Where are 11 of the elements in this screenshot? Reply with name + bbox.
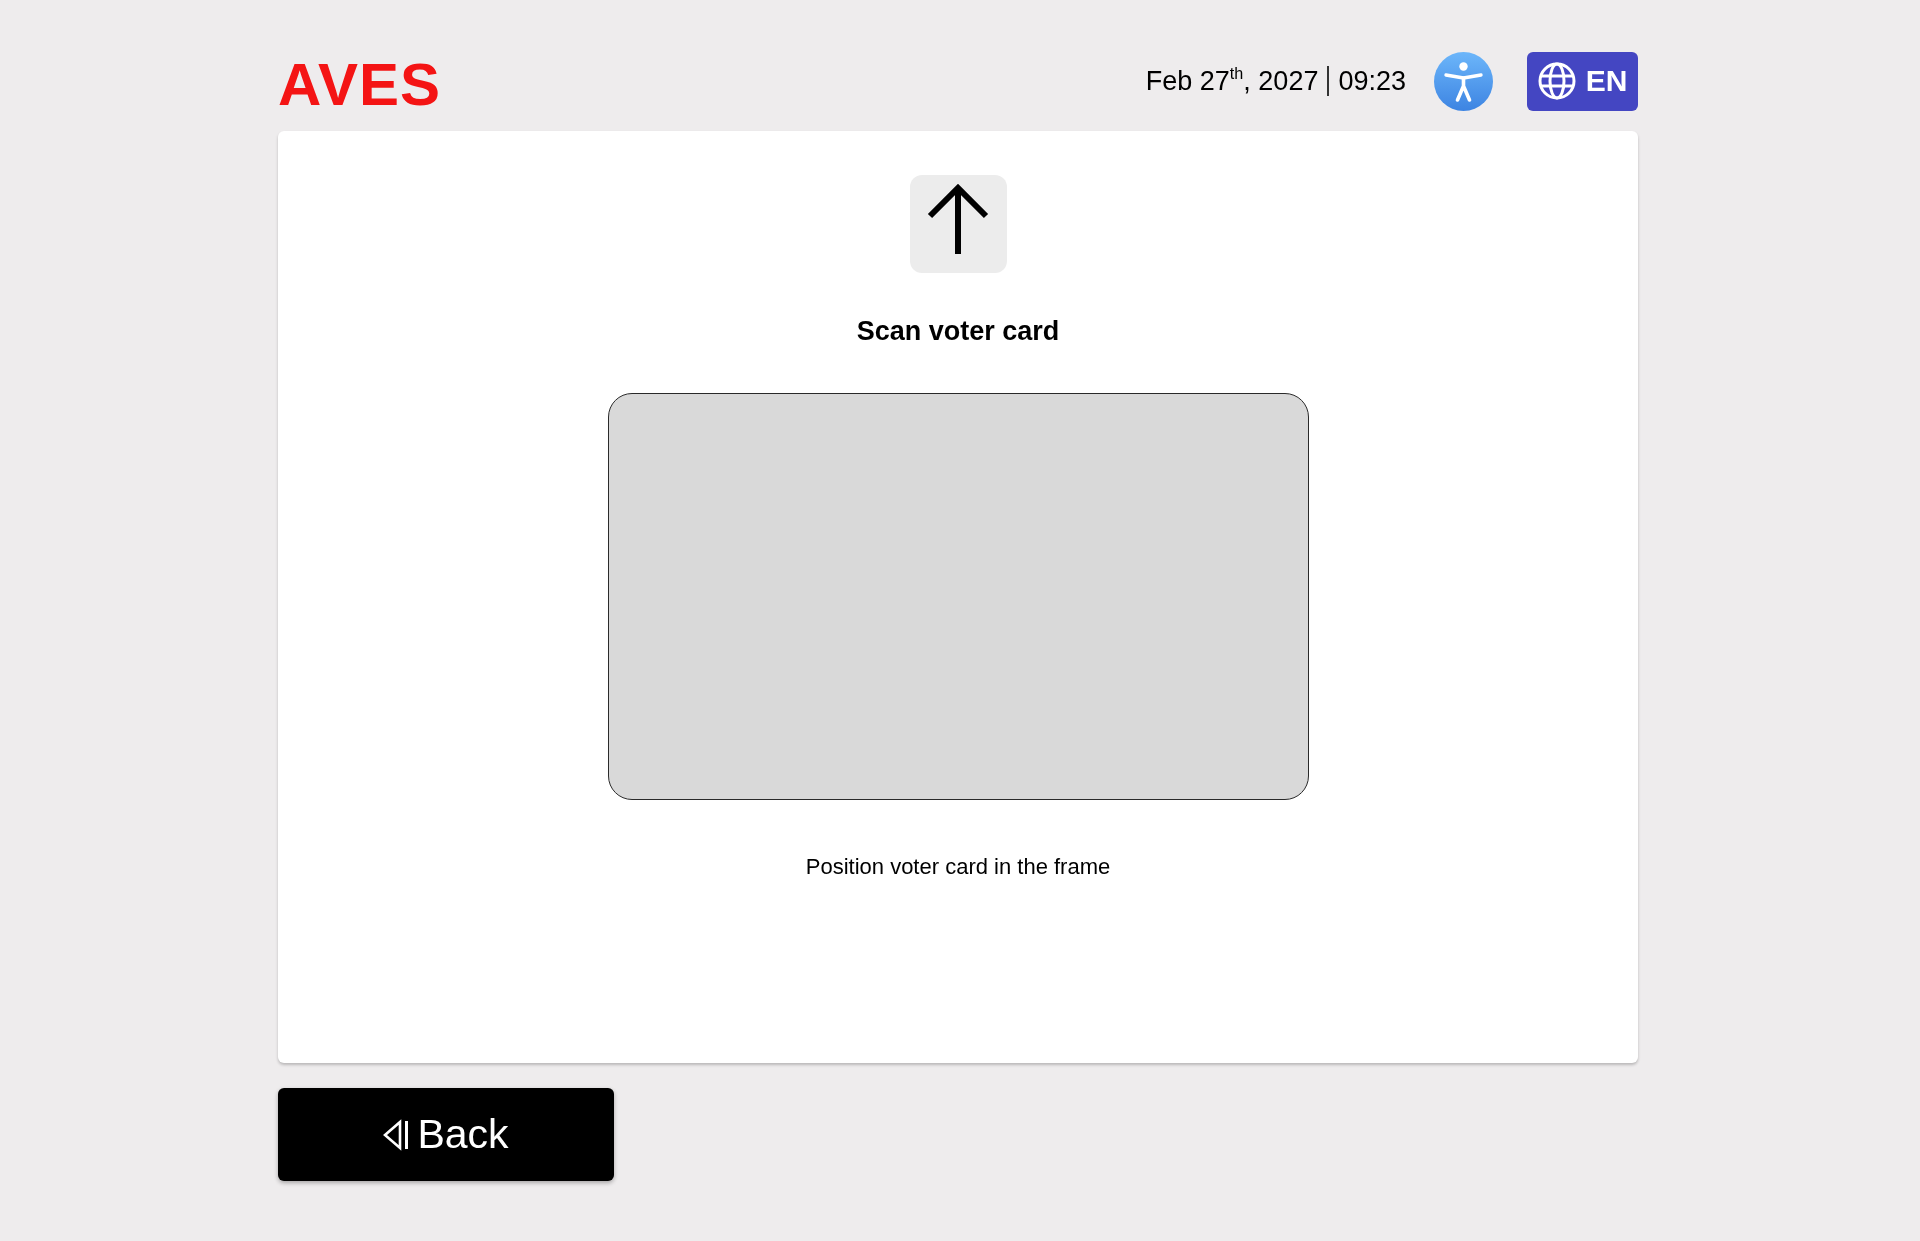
date-text: Feb 27$^{th}$, 2027: [1145, 65, 1319, 97]
time-text: 09:23: [1338, 65, 1406, 97]
logo: AVES: [278, 55, 441, 115]
arrow-up-icon: [909, 175, 1007, 273]
language-button[interactable]: EN: [1527, 51, 1638, 111]
back-button[interactable]: Back: [278, 1088, 614, 1181]
accessibility-icon[interactable]: [1434, 51, 1493, 111]
instruction-text: Position voter card in the frame: [805, 853, 1111, 881]
triangle-left-icon: [383, 1118, 410, 1151]
scan-title: Scan voter card: [856, 315, 1060, 347]
globe-icon: [1537, 62, 1576, 100]
